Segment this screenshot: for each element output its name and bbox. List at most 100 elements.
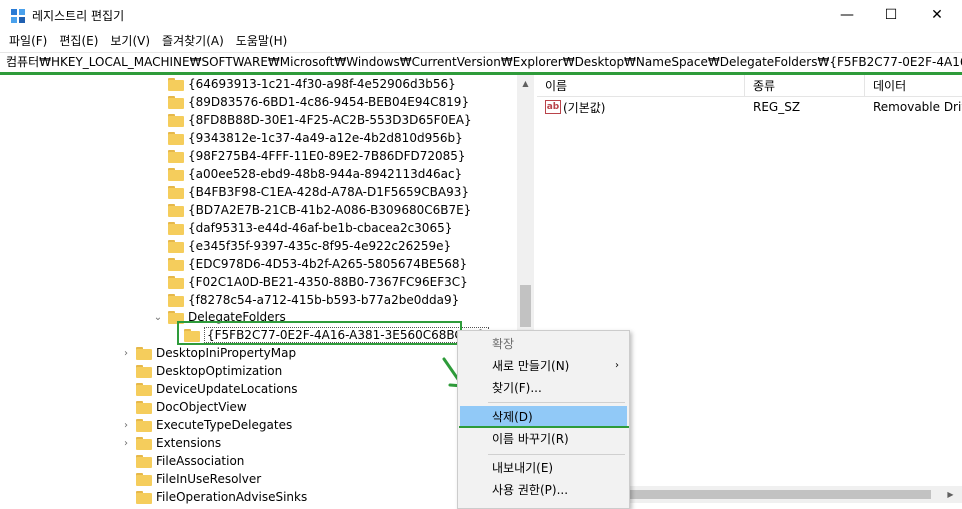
value-name: (기본값) [563,100,606,115]
folder-icon [136,364,152,378]
tree-scroll-thumb[interactable] [520,285,531,327]
tree-item[interactable]: FileAssociation [120,452,244,470]
column-data[interactable]: 데이터 [865,75,962,97]
tree-item[interactable]: {B4FB3F98-C1EA-428d-A78A-D1F5659CBA93} [152,183,469,201]
tree-item[interactable]: {F02C1A0D-BE21-4350-88B0-7367FC96EF3C} [152,273,468,291]
column-name[interactable]: 이름 [537,75,745,97]
list-scroll-thumb[interactable] [627,490,931,499]
folder-icon [168,113,184,127]
tree-item-label: {BD7A2E7B-21CB-41b2-A086-B309680C6B7E} [188,203,472,217]
menu-view[interactable]: 보기(V) [105,31,155,51]
folder-icon [136,454,152,468]
folder-icon [168,275,184,289]
tree-item[interactable]: {e345f35f-9397-435c-8f95-4e922c26259e} [152,237,451,255]
minimize-icon: — [840,7,854,23]
context-menu-delete[interactable]: 삭제(D) [460,406,627,428]
menu-bar: 파일(F) 편집(E) 보기(V) 즐겨찾기(A) 도움말(H) [0,30,962,52]
tree-item[interactable]: FileInUseResolver [120,470,261,488]
tree-item-label: Extensions [156,436,222,450]
key-tree[interactable]: {64693913-1c21-4f30-a98f-4e52906d3b56} {… [0,75,534,509]
tree-item-label: DesktopIniPropertyMap [156,346,297,360]
address-bar[interactable]: 컴퓨터₩HKEY_LOCAL_MACHINE₩SOFTWARE₩Microsof… [0,52,962,72]
context-menu: 확장 새로 만들기(N) › 찾기(F)... 삭제(D) 이름 바꾸기(R) 내… [457,330,630,509]
chevron-right-icon[interactable]: › [120,344,132,362]
tree-item[interactable]: {BD7A2E7B-21CB-41b2-A086-B309680C6B7E} [152,201,471,219]
close-button[interactable]: ✕ [914,0,960,30]
tree-item-label: {64693913-1c21-4f30-a98f-4e52906d3b56} [188,77,456,91]
folder-icon [168,149,184,163]
tree-item[interactable]: {a00ee528-ebd9-48b8-944a-8942113d46ac} [152,165,462,183]
tree-item-label: {e345f35f-9397-435c-8f95-4e922c26259e} [188,239,452,253]
folder-icon [168,221,184,235]
value-type: REG_SZ [753,100,801,114]
context-menu-find[interactable]: 찾기(F)... [460,377,627,399]
chevron-right-icon[interactable]: › [120,434,132,452]
tree-item-label: ExecuteTypeDelegates [156,418,293,432]
folder-icon [168,293,184,307]
tree-item[interactable]: FileOperationAdviseSinks [120,488,307,506]
context-menu-rename[interactable]: 이름 바꾸기(R) [460,428,627,450]
chevron-right-icon[interactable]: › [120,416,132,434]
menu-edit[interactable]: 편집(E) [54,31,103,51]
folder-icon [136,382,152,396]
tree-item-label: {daf95313-e44d-46af-be1b-cbacea2c3065} [188,221,453,235]
list-row[interactable]: ab (기본값) REG_SZ Removable Driv [537,97,962,117]
tree-item-label: FileOperationAdviseSinks [156,490,308,504]
menu-help[interactable]: 도움말(H) [231,31,293,51]
folder-icon [168,131,184,145]
scroll-right-icon[interactable]: ▶ [942,486,959,503]
tree-item[interactable]: DocObjectView [120,398,247,416]
tree-item[interactable]: {64693913-1c21-4f30-a98f-4e52906d3b56} [152,75,456,93]
tree-item-label: {EDC978D6-4D53-4b2f-A265-5805674BE568} [188,257,468,271]
tree-item[interactable]: {8FD8B88D-30E1-4F25-AC2B-553D3D65F0EA} [152,111,472,129]
folder-icon [168,77,184,91]
tree-item-label: {B4FB3F98-C1EA-428d-A78A-D1F5659CBA93} [188,185,470,199]
tree-item[interactable]: {98F275B4-4FFF-11E0-89E2-7B86DFD72085} [152,147,466,165]
tree-item[interactable]: {9343812e-1c37-4a49-a12e-4b2d810d956b} [152,129,463,147]
menu-file[interactable]: 파일(F) [4,31,52,51]
value-name-cell: ab (기본값) [537,99,745,116]
context-menu-export[interactable]: 내보내기(E) [460,457,627,479]
submenu-arrow-icon: › [615,360,619,371]
value-data: Removable Driv [873,100,962,114]
scroll-up-icon[interactable]: ▲ [517,75,534,92]
folder-icon [136,490,152,504]
tree-item[interactable]: {EDC978D6-4D53-4b2f-A265-5805674BE568} [152,255,467,273]
menu-separator [488,454,625,455]
folder-icon [168,167,184,181]
minimize-button[interactable]: — [824,0,870,30]
tree-item[interactable]: › ExecuteTypeDelegates [120,416,292,434]
folder-icon [136,418,152,432]
menu-favorites[interactable]: 즐겨찾기(A) [157,31,229,51]
tree-item[interactable]: DesktopOptimization [120,362,282,380]
tree-item[interactable]: › Extensions [120,434,221,452]
folder-icon [136,346,152,360]
context-menu-new[interactable]: 새로 만들기(N) › [460,355,627,377]
folder-icon [168,257,184,271]
folder-icon [136,436,152,450]
context-menu-label: 새로 만들기(N) [492,359,570,373]
tree-item[interactable]: {89D83576-6BD1-4c86-9454-BEB04E94C819} [152,93,469,111]
column-type[interactable]: 종류 [745,75,865,97]
tree-item-label: {F02C1A0D-BE21-4350-88B0-7367FC96EF3C} [188,275,468,289]
folder-icon [136,400,152,414]
context-menu-expand[interactable]: 확장 [460,333,627,355]
string-value-icon: ab [545,100,561,114]
folder-icon [168,95,184,109]
registry-editor-icon [11,9,25,23]
context-menu-permissions[interactable]: 사용 권한(P)... [460,479,627,501]
maximize-button[interactable]: ☐ [868,0,914,30]
tree-item-label: DocObjectView [156,400,247,414]
tree-item-label: {98F275B4-4FFF-11E0-89E2-7B86DFD72085} [188,149,466,163]
chevron-down-icon[interactable]: ⌄ [152,308,164,326]
folder-icon [168,185,184,199]
tree-item[interactable]: › DesktopIniPropertyMap [120,344,296,362]
folder-icon [168,239,184,253]
menu-separator [488,402,625,403]
tree-item-label: {8FD8B88D-30E1-4F25-AC2B-553D3D65F0EA} [188,113,472,127]
delete-annotation-underline [459,426,629,428]
tree-item[interactable]: DeviceUpdateLocations [120,380,298,398]
tree-item[interactable]: {f8278c54-a712-415b-b593-b77a2be0dda9} [152,291,459,309]
list-header: 이름 종류 데이터 [537,75,962,97]
tree-item[interactable]: {daf95313-e44d-46af-be1b-cbacea2c3065} [152,219,452,237]
